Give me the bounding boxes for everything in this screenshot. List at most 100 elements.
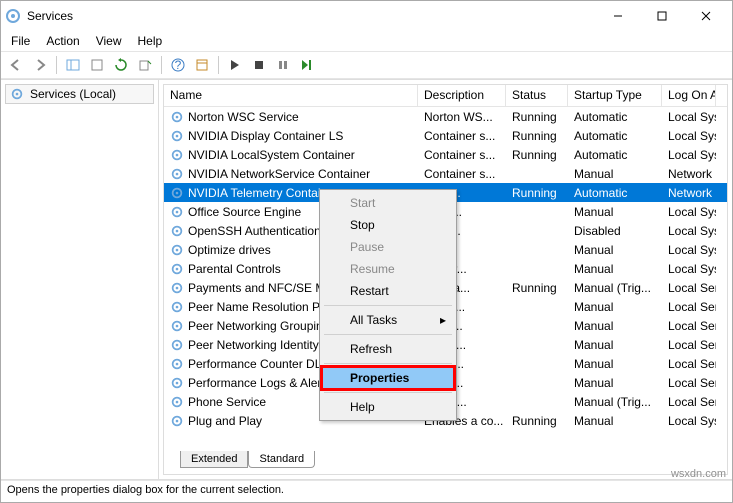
cell-log: Local Sys	[662, 109, 716, 125]
cell-start: Automatic	[568, 185, 662, 201]
cell-name: Peer Networking Grouping	[188, 319, 329, 333]
cell-log: Local Ser	[662, 356, 716, 372]
view-tabs: Extended Standard	[164, 452, 727, 474]
cell-log: Local Ser	[662, 337, 716, 353]
cell-status	[506, 344, 568, 346]
back-button[interactable]	[5, 54, 27, 76]
column-name[interactable]: Name	[164, 85, 418, 106]
cell-start: Manual	[568, 375, 662, 391]
cell-start: Manual	[568, 261, 662, 277]
forward-button[interactable]	[29, 54, 51, 76]
pause-service-button[interactable]	[272, 54, 294, 76]
ctx-restart[interactable]: Restart	[322, 280, 454, 302]
column-description[interactable]: Description	[418, 85, 506, 106]
ctx-all-tasks[interactable]: All Tasks▸	[322, 309, 454, 331]
table-row[interactable]: Norton WSC ServiceNorton WS...RunningAut…	[164, 107, 727, 126]
gear-icon	[170, 262, 184, 276]
cell-log: Local Ser	[662, 280, 716, 296]
cell-desc: Container s...	[418, 147, 506, 163]
cell-log: Local Sys	[662, 128, 716, 144]
column-status[interactable]: Status	[506, 85, 568, 106]
tab-extended[interactable]: Extended	[180, 451, 248, 468]
watermark: wsxdn.com	[671, 468, 726, 480]
cell-status	[506, 325, 568, 327]
column-logon[interactable]: Log On A	[662, 85, 716, 106]
cell-name: Phone Service	[188, 395, 266, 409]
tree-item-label: Services (Local)	[30, 87, 116, 101]
cell-log: Local Sys	[662, 261, 716, 277]
gear-icon	[170, 148, 184, 162]
cell-start: Manual	[568, 337, 662, 353]
menu-file[interactable]: File	[5, 32, 40, 50]
cell-status: Running	[506, 280, 568, 296]
gear-icon	[170, 110, 184, 124]
cell-start: Manual	[568, 413, 662, 429]
cell-status	[506, 268, 568, 270]
gear-icon	[170, 319, 184, 333]
stop-service-button[interactable]	[248, 54, 270, 76]
gear-icon	[170, 167, 184, 181]
ctx-sep	[324, 392, 452, 393]
cell-status	[506, 249, 568, 251]
tab-standard[interactable]: Standard	[248, 451, 315, 468]
ctx-refresh[interactable]: Refresh	[322, 338, 454, 360]
gear-icon	[170, 205, 184, 219]
menu-view[interactable]: View	[90, 32, 132, 50]
cell-status: Running	[506, 147, 568, 163]
cell-status: Running	[506, 413, 568, 429]
cell-log: Local Ser	[662, 299, 716, 315]
chevron-right-icon: ▸	[440, 313, 446, 327]
titlebar: Services	[1, 1, 732, 31]
refresh-button[interactable]	[110, 54, 132, 76]
gear-icon	[10, 87, 24, 101]
menu-help[interactable]: Help	[132, 32, 173, 50]
cell-start: Manual	[568, 242, 662, 258]
cell-log: Local Sys	[662, 242, 716, 258]
cell-start: Automatic	[568, 147, 662, 163]
cell-log: Local Sys	[662, 204, 716, 220]
gear-icon	[170, 376, 184, 390]
gear-icon	[170, 224, 184, 238]
restart-service-button[interactable]	[296, 54, 318, 76]
cell-start: Manual	[568, 204, 662, 220]
cell-log: Local Sys	[662, 413, 716, 429]
cell-name: NVIDIA Telemetry Container	[188, 186, 338, 200]
cell-desc: Container s...	[418, 128, 506, 144]
cell-name: Parental Controls	[188, 262, 281, 276]
cell-status	[506, 363, 568, 365]
cell-status	[506, 230, 568, 232]
show-hide-tree-button[interactable]	[62, 54, 84, 76]
ctx-properties[interactable]: Properties	[322, 367, 454, 389]
minimize-button[interactable]	[596, 1, 640, 31]
window-title: Services	[27, 9, 596, 23]
table-row[interactable]: NVIDIA NetworkService ContainerContainer…	[164, 164, 727, 183]
cell-name: Optimize drives	[188, 243, 271, 257]
cell-desc: Norton WS...	[418, 109, 506, 125]
cell-status: Running	[506, 109, 568, 125]
menu-action[interactable]: Action	[40, 32, 89, 50]
svg-text:?: ?	[175, 58, 182, 72]
gear-icon	[170, 243, 184, 257]
cell-status	[506, 382, 568, 384]
table-row[interactable]: NVIDIA Display Container LSContainer s..…	[164, 126, 727, 145]
tree-item-services-local[interactable]: Services (Local)	[5, 84, 154, 104]
maximize-button[interactable]	[640, 1, 684, 31]
gear-icon	[170, 414, 184, 428]
start-service-button[interactable]	[224, 54, 246, 76]
ctx-help[interactable]: Help	[322, 396, 454, 418]
ctx-start: Start	[322, 192, 454, 214]
ctx-pause: Pause	[322, 236, 454, 258]
export-button[interactable]	[86, 54, 108, 76]
column-startup-type[interactable]: Startup Type	[568, 85, 662, 106]
status-bar: Opens the properties dialog box for the …	[1, 480, 732, 502]
cell-name: Plug and Play	[188, 414, 262, 428]
export-list-button[interactable]	[134, 54, 156, 76]
gear-icon	[170, 357, 184, 371]
table-row[interactable]: NVIDIA LocalSystem ContainerContainer s.…	[164, 145, 727, 164]
close-button[interactable]	[684, 1, 728, 31]
help-button[interactable]: ?	[167, 54, 189, 76]
cell-name: NVIDIA NetworkService Container	[188, 167, 370, 181]
ctx-sep	[324, 334, 452, 335]
ctx-stop[interactable]: Stop	[322, 214, 454, 236]
properties-button[interactable]	[191, 54, 213, 76]
